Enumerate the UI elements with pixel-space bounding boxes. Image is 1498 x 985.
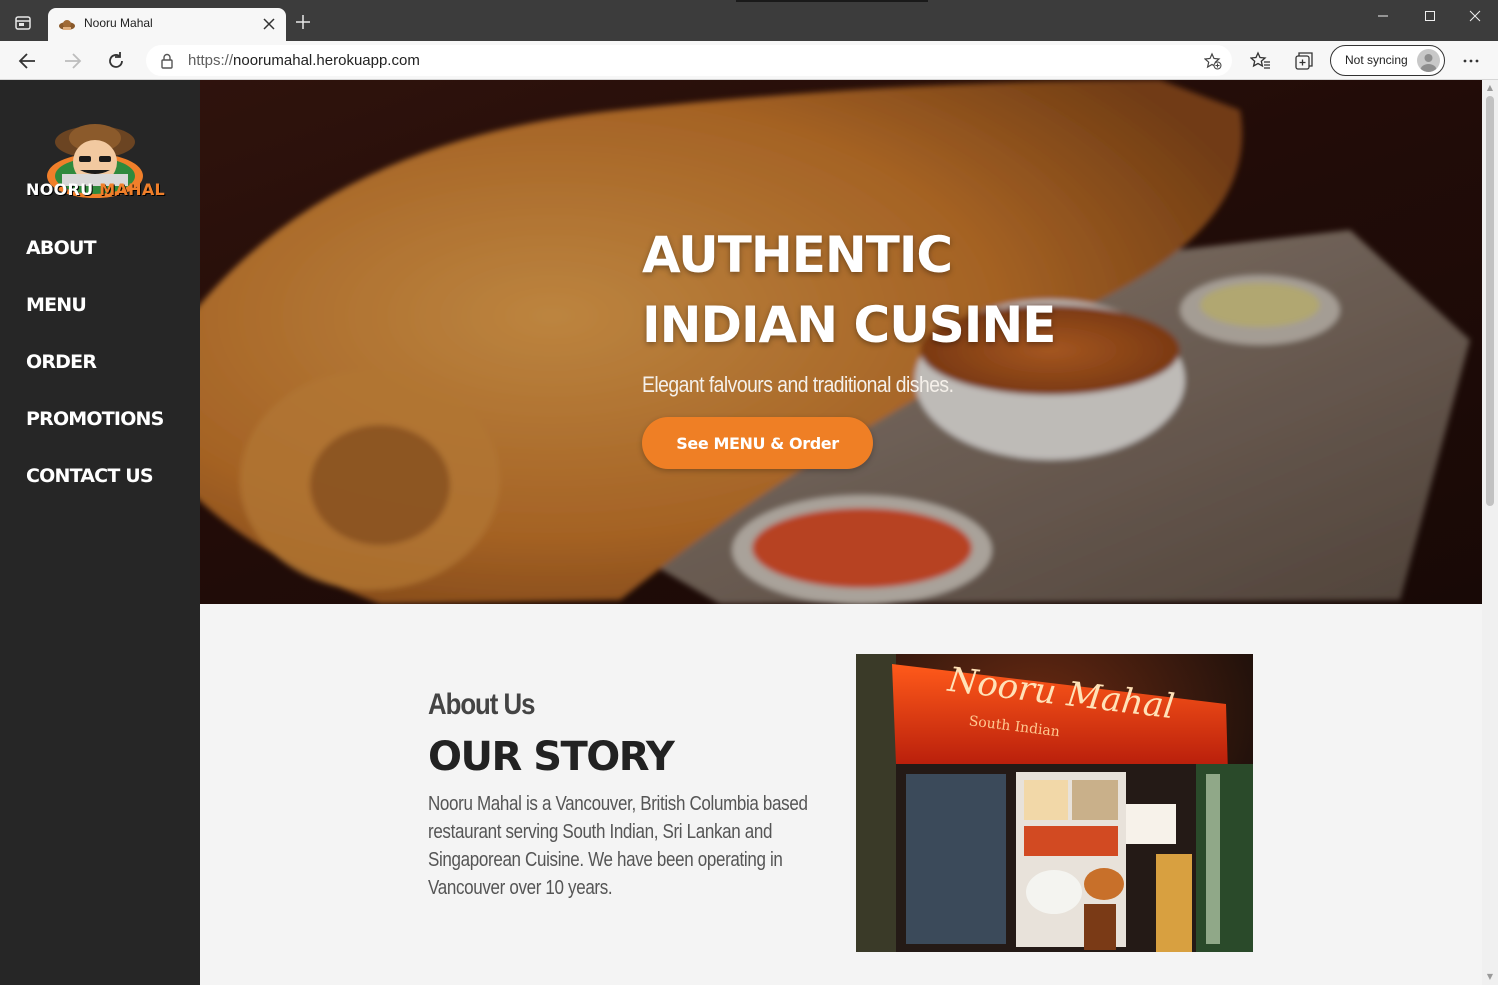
nav-link-about[interactable]: About [26, 237, 164, 294]
about-kicker: About Us [428, 688, 535, 721]
hero-section: Authentic Indian Cusine Elegant falvours… [200, 80, 1482, 604]
nav-link-contact-us[interactable]: Contact Us [26, 465, 164, 522]
about-section: About Us Our Story Nooru Mahal is a Vanc… [200, 604, 1482, 985]
url-host: noorumahal.herokuapp.com [233, 52, 420, 69]
tab-strip: Nooru Mahal [0, 0, 1498, 41]
drag-area [736, 0, 928, 2]
minimize-icon[interactable] [1360, 0, 1406, 31]
scrollbar-thumb[interactable] [1486, 96, 1494, 506]
add-favorite-icon[interactable] [1203, 52, 1222, 70]
about-title: Our Story [428, 734, 675, 780]
page-scrollbar[interactable]: ▲ ▼ [1482, 80, 1498, 985]
scroll-up-icon[interactable]: ▲ [1486, 84, 1494, 92]
close-icon[interactable] [262, 16, 276, 30]
hero-title-line-1: Authentic [642, 226, 953, 284]
brand-word-1: NOORU [26, 180, 94, 199]
sync-label: Not syncing [1345, 53, 1408, 67]
brand-name: NOORU MAHAL [26, 180, 165, 199]
profile-sync-button[interactable]: Not syncing [1330, 45, 1445, 76]
nav-link-order[interactable]: Order [26, 351, 164, 408]
maximize-icon[interactable] [1407, 0, 1453, 31]
tab-title: Nooru Mahal [84, 16, 153, 30]
hero-subtitle: Elegant falvours and traditional dishes. [642, 372, 954, 397]
sidebar: NOORU MAHAL About Menu Order Promotions … [0, 80, 200, 985]
browser-tab[interactable]: Nooru Mahal [48, 8, 286, 41]
refresh-icon[interactable] [105, 50, 127, 72]
nav-link-menu[interactable]: Menu [26, 294, 164, 351]
plus-icon[interactable] [294, 13, 312, 31]
profile-icon [1417, 49, 1440, 72]
about-body: Nooru Mahal is a Vancouver, British Colu… [428, 793, 808, 899]
close-window-icon[interactable] [1452, 0, 1498, 31]
main-nav: About Menu Order Promotions Contact Us [26, 237, 164, 522]
nav-link-promotions[interactable]: Promotions [26, 408, 164, 465]
lock-icon[interactable] [160, 53, 174, 69]
storefront-photo: Nooru Mahal South Indian [856, 654, 1253, 952]
hero-title-line-2: Indian Cusine [642, 296, 1056, 354]
more-icon[interactable] [1460, 50, 1482, 72]
hero-title: Authentic Indian Cusine [642, 220, 1242, 360]
restaurant-favicon-icon [58, 17, 76, 31]
back-icon[interactable] [17, 50, 39, 72]
forward-icon[interactable] [61, 50, 83, 72]
address-bar: https://noorumahal.herokuapp.com Not syn… [0, 41, 1498, 80]
tab-actions-icon[interactable] [12, 12, 34, 34]
collections-icon[interactable] [1293, 50, 1315, 72]
favorites-icon[interactable] [1249, 50, 1272, 72]
url-text: https://noorumahal.herokuapp.com [188, 52, 420, 69]
brand-word-2: MAHAL [99, 180, 166, 199]
see-menu-order-button[interactable]: See MENU & Order [642, 417, 873, 469]
url-scheme: https:// [188, 52, 234, 69]
scroll-down-icon[interactable]: ▼ [1486, 973, 1494, 981]
url-input[interactable]: https://noorumahal.herokuapp.com [146, 45, 1232, 76]
